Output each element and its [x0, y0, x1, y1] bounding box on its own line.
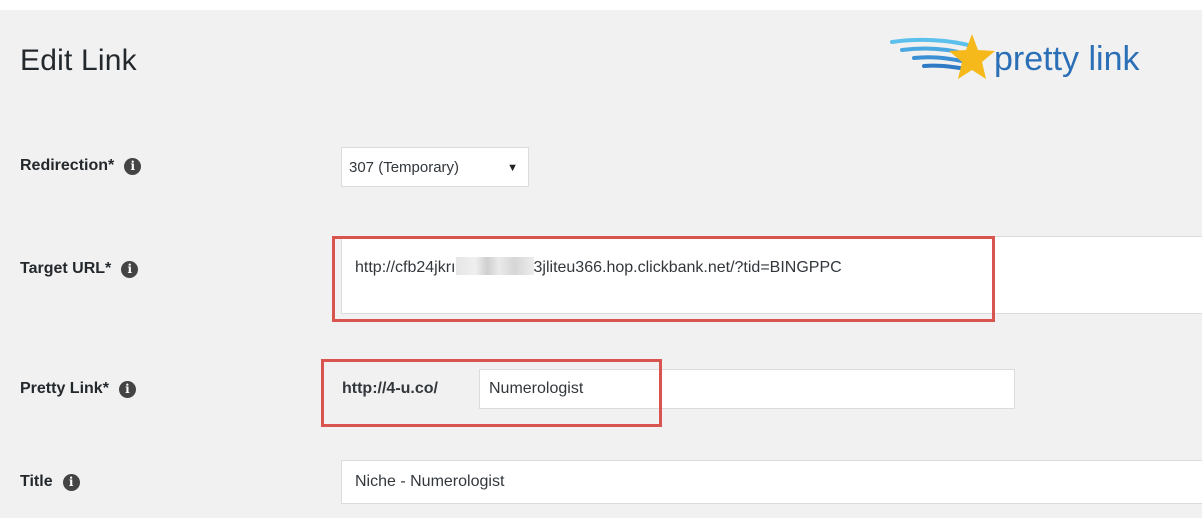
redirection-label-text: Redirection* — [20, 157, 115, 174]
star-logo-icon — [890, 34, 995, 79]
chevron-down-icon: ▼ — [507, 162, 518, 174]
title-label: Title i — [20, 473, 80, 491]
target-url-label: Target URL* i — [20, 260, 139, 278]
page: Edit Link pretty link Redirection* i 307… — [0, 0, 1202, 518]
logo-text: pretty link — [994, 40, 1140, 78]
redirection-label: Redirection* i — [20, 157, 142, 175]
title-input[interactable]: Niche - Numerologist — [341, 460, 1202, 504]
target-url-highlight-box — [332, 236, 995, 322]
info-icon[interactable]: i — [121, 260, 139, 278]
redirection-select[interactable]: 307 (Temporary) ▼ — [341, 147, 529, 187]
pretty-link-highlight-box — [321, 359, 662, 427]
target-url-label-text: Target URL* — [20, 260, 112, 277]
info-icon[interactable]: i — [124, 157, 142, 175]
pretty-link-label: Pretty Link* i — [20, 380, 136, 398]
pretty-link-label-text: Pretty Link* — [20, 380, 109, 397]
redirection-select-value: 307 (Temporary) — [349, 159, 460, 176]
title-input-value: Niche - Numerologist — [355, 473, 505, 490]
info-icon[interactable]: i — [62, 473, 80, 491]
page-title: Edit Link — [20, 44, 137, 77]
info-icon[interactable]: i — [118, 380, 136, 398]
title-label-text: Title — [20, 473, 53, 490]
pretty-link-logo: pretty link — [890, 30, 1190, 90]
